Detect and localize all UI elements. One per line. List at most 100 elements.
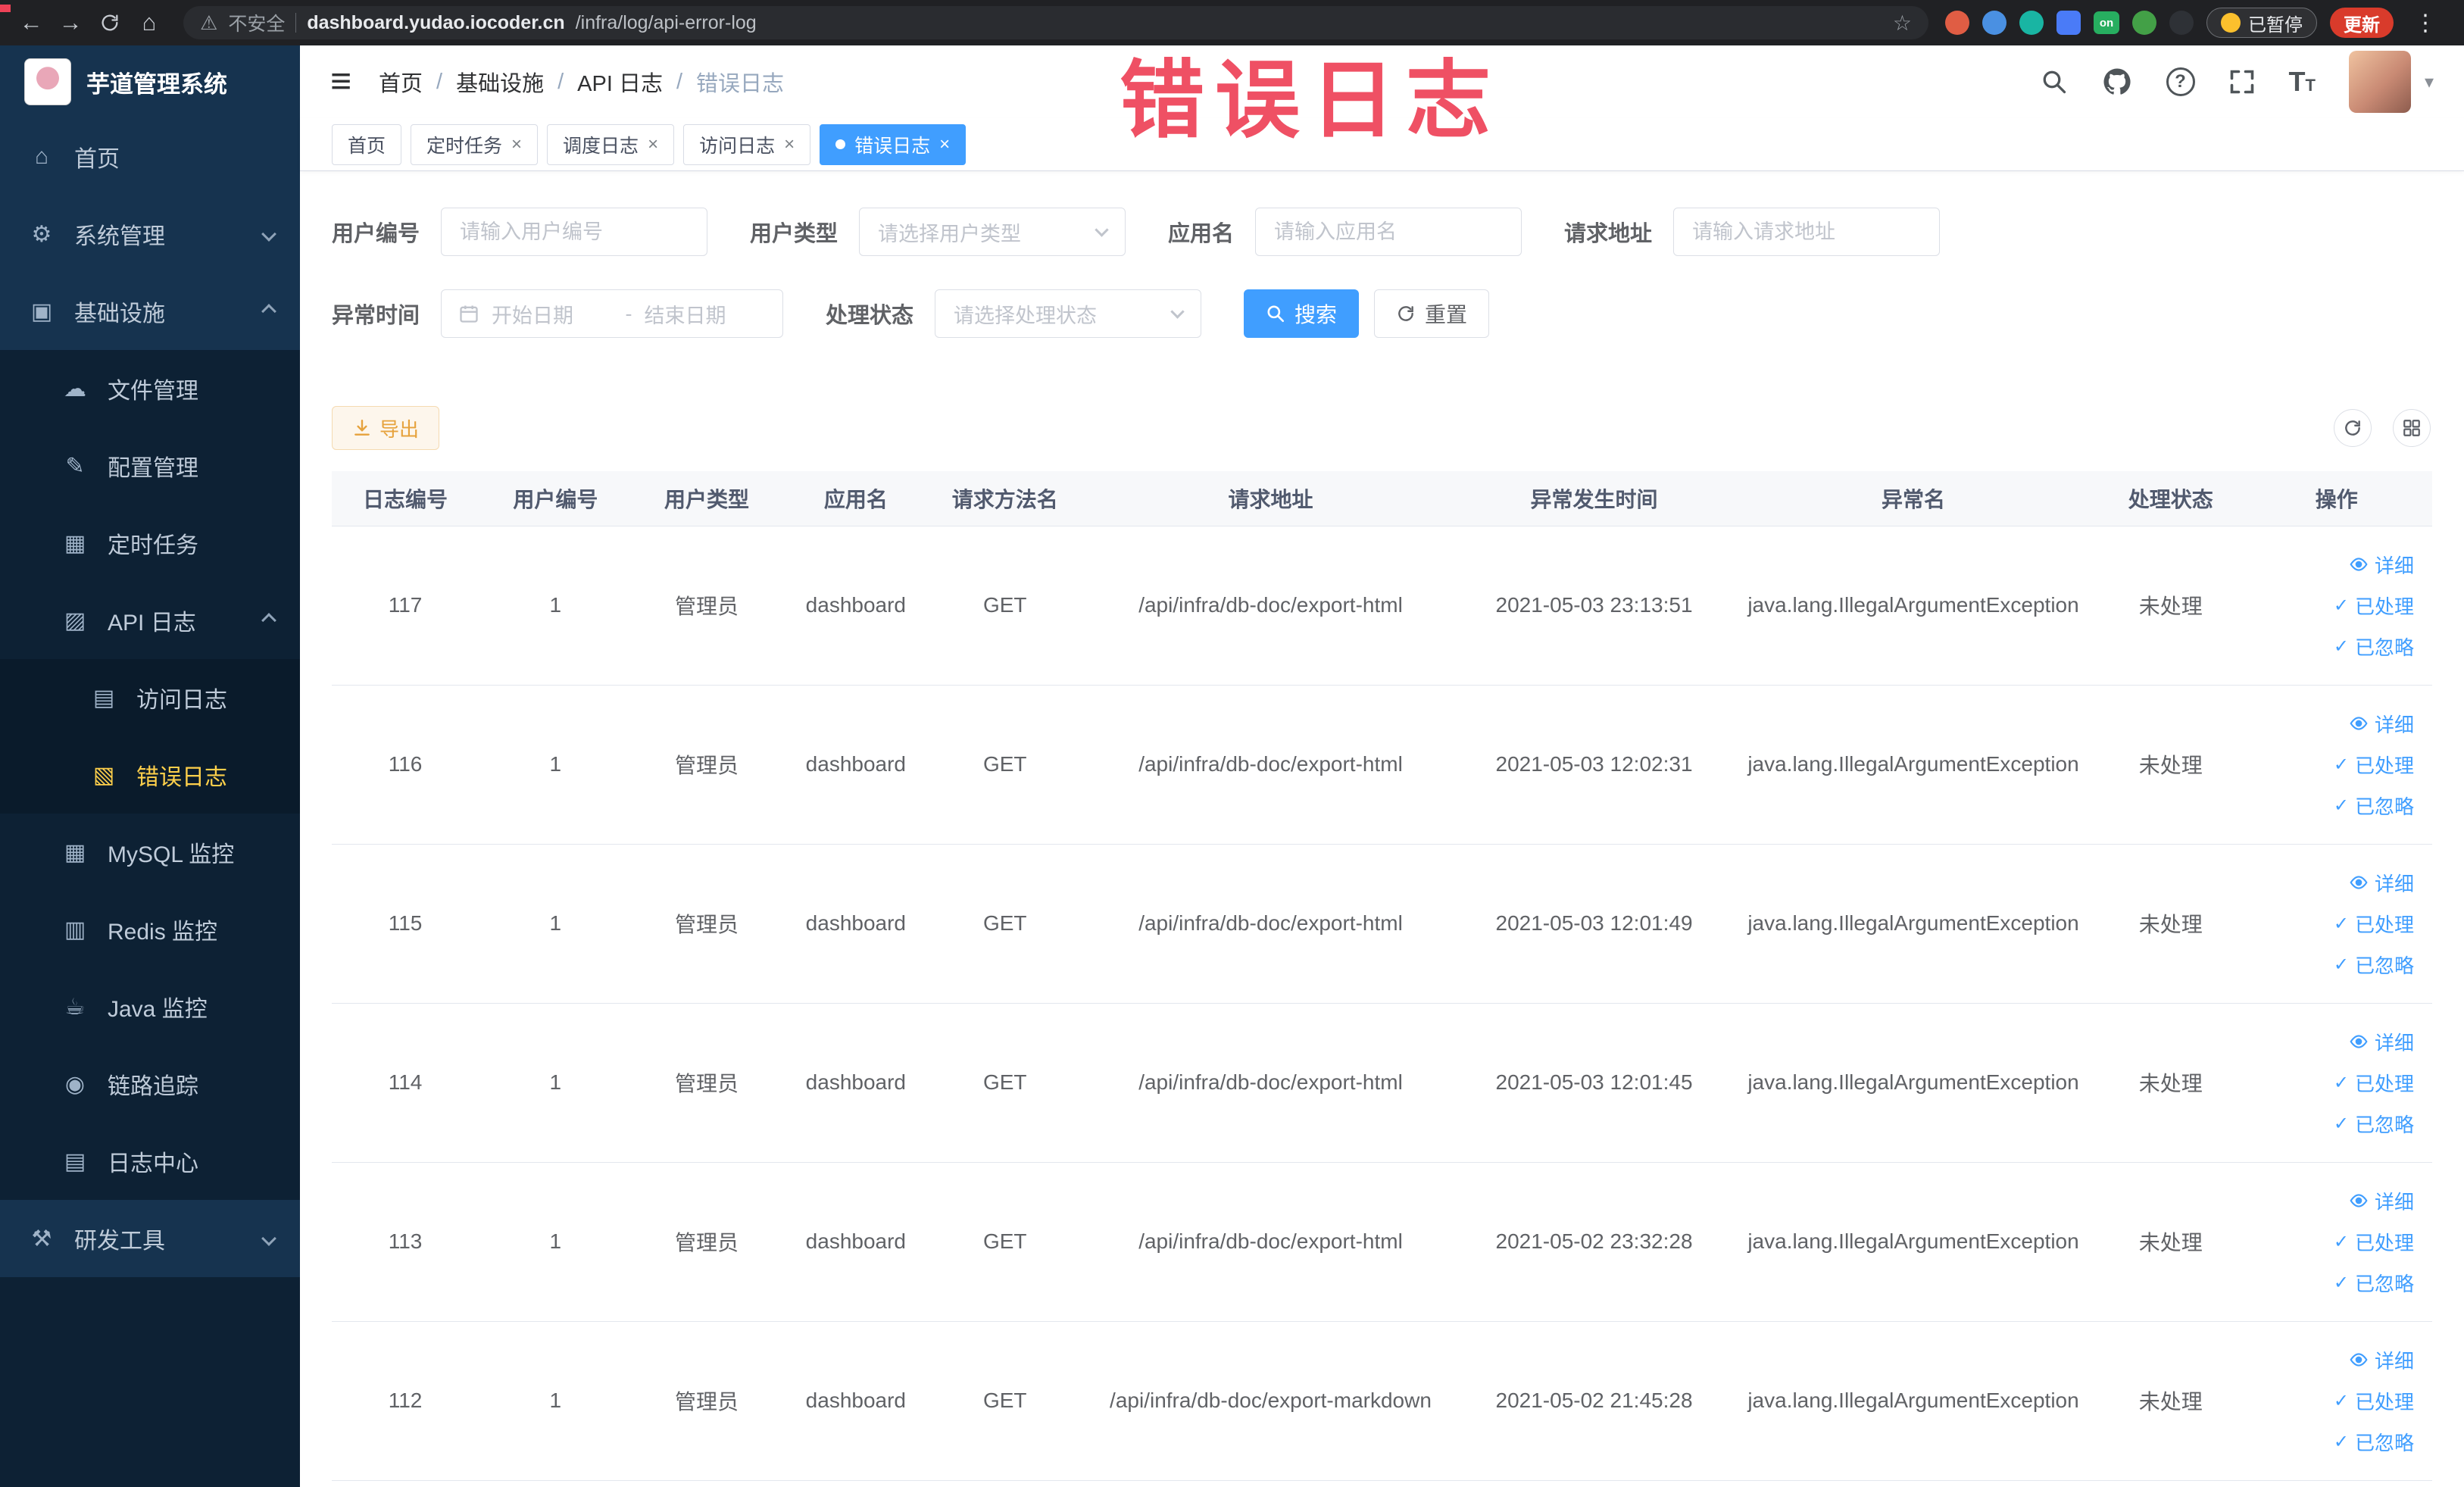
tab-dispatch-log[interactable]: 调度日志 × bbox=[547, 123, 675, 165]
extension-icon-2[interactable] bbox=[1982, 11, 2006, 35]
font-size-icon[interactable]: TT bbox=[2289, 66, 2316, 98]
address-bar[interactable]: ⚠ 不安全 dashboard.yudao.iocoder.cn /infra/… bbox=[183, 6, 1928, 39]
mark-processed-link[interactable]: ✓ 已处理 bbox=[2334, 1228, 2414, 1256]
filter-form: 用户编号 用户类型 请选择用户类型 应用名 bbox=[300, 171, 2464, 371]
sidebar-item-trace[interactable]: ◉ 链路追踪 bbox=[0, 1045, 300, 1123]
sidebar-item-api-logs[interactable]: ▨ API 日志 bbox=[0, 582, 300, 659]
sidebar-item-redis-monitor[interactable]: ▥ Redis 监控 bbox=[0, 891, 300, 968]
bookmark-star-icon[interactable]: ☆ bbox=[1893, 11, 1912, 36]
sidebar-item-scheduled-jobs[interactable]: ▦ 定时任务 bbox=[0, 505, 300, 582]
log-center-icon: ▤ bbox=[64, 1148, 86, 1174]
tab-error-log[interactable]: 错误日志 × bbox=[820, 123, 967, 165]
chevron-down-icon bbox=[1170, 304, 1185, 319]
reload-icon[interactable] bbox=[92, 5, 127, 40]
app-name-label: 应用名 bbox=[1168, 222, 1235, 246]
app-logo[interactable]: 芋道管理系统 bbox=[0, 45, 300, 118]
sidebar-item-file-management[interactable]: ☁ 文件管理 bbox=[0, 350, 300, 427]
detail-link[interactable]: 详细 bbox=[2349, 1028, 2414, 1056]
sidebar-item-log-center[interactable]: ▤ 日志中心 bbox=[0, 1123, 300, 1200]
close-icon[interactable]: × bbox=[648, 135, 658, 154]
search-button[interactable]: 搜索 bbox=[1244, 289, 1360, 338]
avatar-caret-icon[interactable]: ▾ bbox=[2425, 71, 2434, 93]
extension-icon-4[interactable] bbox=[2056, 11, 2081, 35]
mark-processed-link[interactable]: ✓ 已处理 bbox=[2334, 1069, 2414, 1097]
forward-icon[interactable]: → bbox=[53, 5, 88, 40]
logo-image bbox=[24, 58, 71, 105]
fullscreen-icon[interactable] bbox=[2228, 68, 2256, 95]
sidebar-item-dev-tools[interactable]: ⚒ 研发工具 bbox=[0, 1200, 300, 1277]
breadcrumb-item[interactable]: API 日志 bbox=[577, 66, 663, 98]
sidebar-item-access-log[interactable]: ▤ 访问日志 bbox=[0, 659, 300, 736]
browser-menu-icon[interactable]: ⋮ bbox=[2406, 10, 2444, 36]
github-icon[interactable] bbox=[2101, 66, 2133, 98]
user-type-select[interactable]: 请选择用户类型 bbox=[859, 208, 1126, 256]
avatar[interactable] bbox=[2348, 51, 2411, 113]
process-status-select[interactable]: 请选择处理状态 bbox=[935, 289, 1202, 338]
col-exception-time: 异常发生时间 bbox=[1461, 471, 1727, 526]
mark-processed-link[interactable]: ✓ 已处理 bbox=[2334, 751, 2414, 779]
close-icon[interactable]: × bbox=[511, 135, 522, 154]
mark-ignored-link[interactable]: ✓ 已忽略 bbox=[2334, 1110, 2414, 1138]
close-icon[interactable]: × bbox=[784, 135, 795, 154]
mark-ignored-link[interactable]: ✓ 已忽略 bbox=[2334, 1269, 2414, 1297]
browser-chrome: ← → ⌂ ⚠ 不安全 dashboard.yudao.iocoder.cn /… bbox=[0, 0, 2464, 45]
chevron-up-icon bbox=[261, 613, 276, 628]
sidebar-item-error-log[interactable]: ▧ 错误日志 bbox=[0, 736, 300, 814]
mark-ignored-link[interactable]: ✓ 已忽略 bbox=[2334, 1428, 2414, 1456]
mark-processed-link[interactable]: ✓ 已处理 bbox=[2334, 1387, 2414, 1415]
sidebar-fold-icon[interactable]: ≡ bbox=[330, 64, 351, 100]
sidebar-item-mysql-monitor[interactable]: ▦ MySQL 监控 bbox=[0, 814, 300, 891]
user-id-input[interactable] bbox=[441, 208, 708, 256]
chevron-down-icon bbox=[1095, 222, 1109, 237]
sidebar-item-java-monitor[interactable]: ☕ Java 监控 bbox=[0, 968, 300, 1045]
back-icon[interactable]: ← bbox=[14, 5, 48, 40]
reset-button[interactable]: 重置 bbox=[1374, 289, 1490, 338]
extension-icon-1[interactable] bbox=[1945, 11, 1969, 35]
export-button[interactable]: 导出 bbox=[332, 406, 440, 450]
request-url-label: 请求地址 bbox=[1564, 222, 1653, 246]
sidebar-item-home[interactable]: ⌂ 首页 bbox=[0, 118, 300, 195]
breadcrumb-item[interactable]: 首页 bbox=[379, 66, 423, 98]
detail-link[interactable]: 详细 bbox=[2349, 1346, 2414, 1374]
extension-on-badge[interactable]: on bbox=[2094, 11, 2119, 34]
mark-ignored-link[interactable]: ✓ 已忽略 bbox=[2334, 633, 2414, 661]
extension-icon-5[interactable] bbox=[2132, 11, 2156, 35]
home-icon[interactable]: ⌂ bbox=[132, 5, 167, 40]
sidebar-item-config-management[interactable]: ✎ 配置管理 bbox=[0, 427, 300, 505]
mark-ignored-link[interactable]: ✓ 已忽略 bbox=[2334, 951, 2414, 979]
tab-scheduled-jobs[interactable]: 定时任务 × bbox=[411, 123, 539, 165]
detail-link[interactable]: 详细 bbox=[2349, 551, 2414, 579]
breadcrumb-current: 错误日志 bbox=[696, 72, 785, 96]
request-url-input[interactable] bbox=[1673, 208, 1941, 256]
close-icon[interactable]: × bbox=[939, 135, 950, 154]
refresh-button[interactable] bbox=[2334, 409, 2372, 447]
table-row: 114 1 管理员 dashboard GET /api/infra/db-do… bbox=[332, 1003, 2432, 1163]
app-name-input[interactable] bbox=[1255, 208, 1522, 256]
tab-home[interactable]: 首页 bbox=[332, 123, 402, 165]
search-icon[interactable] bbox=[2041, 68, 2068, 95]
table-row: 116 1 管理员 dashboard GET /api/infra/db-do… bbox=[332, 685, 2432, 845]
detail-link[interactable]: 详细 bbox=[2349, 1187, 2414, 1215]
error-log-icon: ▧ bbox=[92, 762, 115, 788]
sidebar-item-infrastructure[interactable]: ▣ 基础设施 bbox=[0, 273, 300, 350]
mark-processed-link[interactable]: ✓ 已处理 bbox=[2334, 592, 2414, 620]
exception-time-range-picker[interactable]: 开始日期 - 结束日期 bbox=[441, 289, 784, 338]
tab-access-log[interactable]: 访问日志 × bbox=[683, 123, 811, 165]
extension-icon-3[interactable] bbox=[2019, 11, 2044, 35]
browser-update-button[interactable]: 更新 bbox=[2330, 8, 2394, 38]
paused-extension-button[interactable]: 已暂停 bbox=[2206, 8, 2317, 38]
breadcrumb-item[interactable]: 基础设施 bbox=[456, 66, 544, 98]
mark-ignored-link[interactable]: ✓ 已忽略 bbox=[2334, 792, 2414, 820]
column-settings-button[interactable] bbox=[2393, 409, 2431, 447]
extension-icon-paw[interactable] bbox=[2169, 11, 2194, 35]
detail-link[interactable]: 详细 bbox=[2349, 710, 2414, 738]
detail-link[interactable]: 详细 bbox=[2349, 869, 2414, 897]
col-method: 请求方法名 bbox=[930, 471, 1080, 526]
chevron-down-icon bbox=[261, 1231, 276, 1246]
end-date-placeholder: 结束日期 bbox=[644, 304, 726, 327]
help-icon[interactable]: ? bbox=[2166, 67, 2195, 96]
sidebar-item-system-management[interactable]: ⚙ 系统管理 bbox=[0, 195, 300, 273]
mark-processed-link[interactable]: ✓ 已处理 bbox=[2334, 910, 2414, 938]
home-icon: ⌂ bbox=[34, 144, 49, 169]
infrastructure-icon: ▣ bbox=[30, 298, 53, 324]
